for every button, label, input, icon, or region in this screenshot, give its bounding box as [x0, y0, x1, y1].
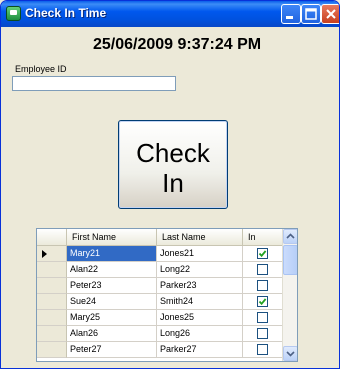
in-cell — [243, 294, 283, 310]
in-cell — [243, 278, 283, 294]
row-header-corner — [37, 229, 67, 246]
minimize-button[interactable] — [281, 4, 301, 24]
maximize-icon — [305, 8, 317, 20]
first-name-cell[interactable]: Peter23 — [67, 278, 157, 294]
checked-in-checkbox[interactable] — [257, 344, 268, 355]
table-row[interactable]: Sue24 Smith24 — [37, 294, 283, 310]
scroll-up-button[interactable] — [283, 229, 297, 244]
first-name-cell[interactable]: Alan26 — [67, 326, 157, 342]
in-cell — [243, 262, 283, 278]
checked-in-checkbox[interactable] — [257, 264, 268, 275]
close-icon — [326, 9, 336, 19]
check-in-label-line1: Check — [136, 138, 210, 168]
in-cell — [243, 326, 283, 342]
row-header[interactable] — [37, 310, 67, 326]
column-header-in[interactable]: In — [243, 229, 283, 246]
check-in-label-line2: In — [162, 168, 184, 198]
app-icon — [6, 6, 21, 21]
row-header[interactable] — [37, 246, 67, 262]
row-header[interactable] — [37, 326, 67, 342]
current-datetime: 25/06/2009 9:37:24 PM — [93, 36, 262, 53]
checked-in-checkbox[interactable] — [257, 328, 268, 339]
title-bar[interactable]: Check In Time — [1, 1, 339, 27]
column-header-first-name[interactable]: First Name — [67, 229, 157, 246]
first-name-cell[interactable]: Sue24 — [67, 294, 157, 310]
row-header[interactable] — [37, 342, 67, 358]
table-row[interactable]: Mary25 Jones25 — [37, 310, 283, 326]
in-cell — [243, 246, 283, 262]
first-name-cell[interactable]: Mary21 — [67, 246, 157, 262]
checked-in-checkbox[interactable] — [257, 280, 268, 291]
last-name-cell[interactable]: Jones21 — [157, 246, 243, 262]
first-name-cell[interactable]: Peter27 — [67, 342, 157, 358]
last-name-cell[interactable]: Smith24 — [157, 294, 243, 310]
vertical-scrollbar[interactable] — [282, 229, 297, 361]
scroll-thumb[interactable] — [283, 245, 297, 275]
close-button[interactable] — [321, 4, 339, 24]
scroll-down-button[interactable] — [283, 346, 297, 361]
checkmark-icon — [258, 298, 267, 306]
last-name-cell[interactable]: Parker23 — [157, 278, 243, 294]
row-header[interactable] — [37, 278, 67, 294]
first-name-cell[interactable]: Mary25 — [67, 310, 157, 326]
last-name-cell[interactable]: Jones25 — [157, 310, 243, 326]
table-row[interactable]: Alan22 Long22 — [37, 262, 283, 278]
app-window: Check In Time 25/06/2009 9:37:24 PM Empl… — [0, 0, 340, 369]
row-header[interactable] — [37, 294, 67, 310]
window-title: Check In Time — [25, 6, 107, 20]
checked-in-checkbox[interactable] — [257, 312, 268, 323]
first-name-cell[interactable]: Alan22 — [67, 262, 157, 278]
chevron-down-icon — [286, 351, 295, 357]
minimize-icon — [286, 16, 293, 19]
employee-id-input[interactable] — [12, 76, 176, 91]
maximize-button[interactable] — [301, 4, 321, 24]
current-row-arrow-icon — [42, 250, 47, 258]
last-name-cell[interactable]: Parker27 — [157, 342, 243, 358]
in-cell — [243, 310, 283, 326]
table-row[interactable]: Peter23 Parker23 — [37, 278, 283, 294]
in-cell — [243, 342, 283, 358]
chevron-up-icon — [286, 233, 295, 239]
employee-grid[interactable]: First Name Last Name In Mary21 Jones21 Ala… — [36, 228, 298, 362]
last-name-cell[interactable]: Long22 — [157, 262, 243, 278]
row-header[interactable] — [37, 262, 67, 278]
checked-in-checkbox[interactable] — [257, 248, 268, 259]
checkmark-icon — [258, 250, 267, 258]
table-row[interactable]: Alan26 Long26 — [37, 326, 283, 342]
check-in-button[interactable]: Check In — [118, 120, 228, 209]
checked-in-checkbox[interactable] — [257, 296, 268, 307]
employee-id-label: Employee ID — [15, 64, 67, 74]
column-header-last-name[interactable]: Last Name — [157, 229, 243, 246]
table-row[interactable]: Mary21 Jones21 — [37, 246, 283, 262]
last-name-cell[interactable]: Long26 — [157, 326, 243, 342]
table-row[interactable]: Peter27 Parker27 — [37, 342, 283, 358]
